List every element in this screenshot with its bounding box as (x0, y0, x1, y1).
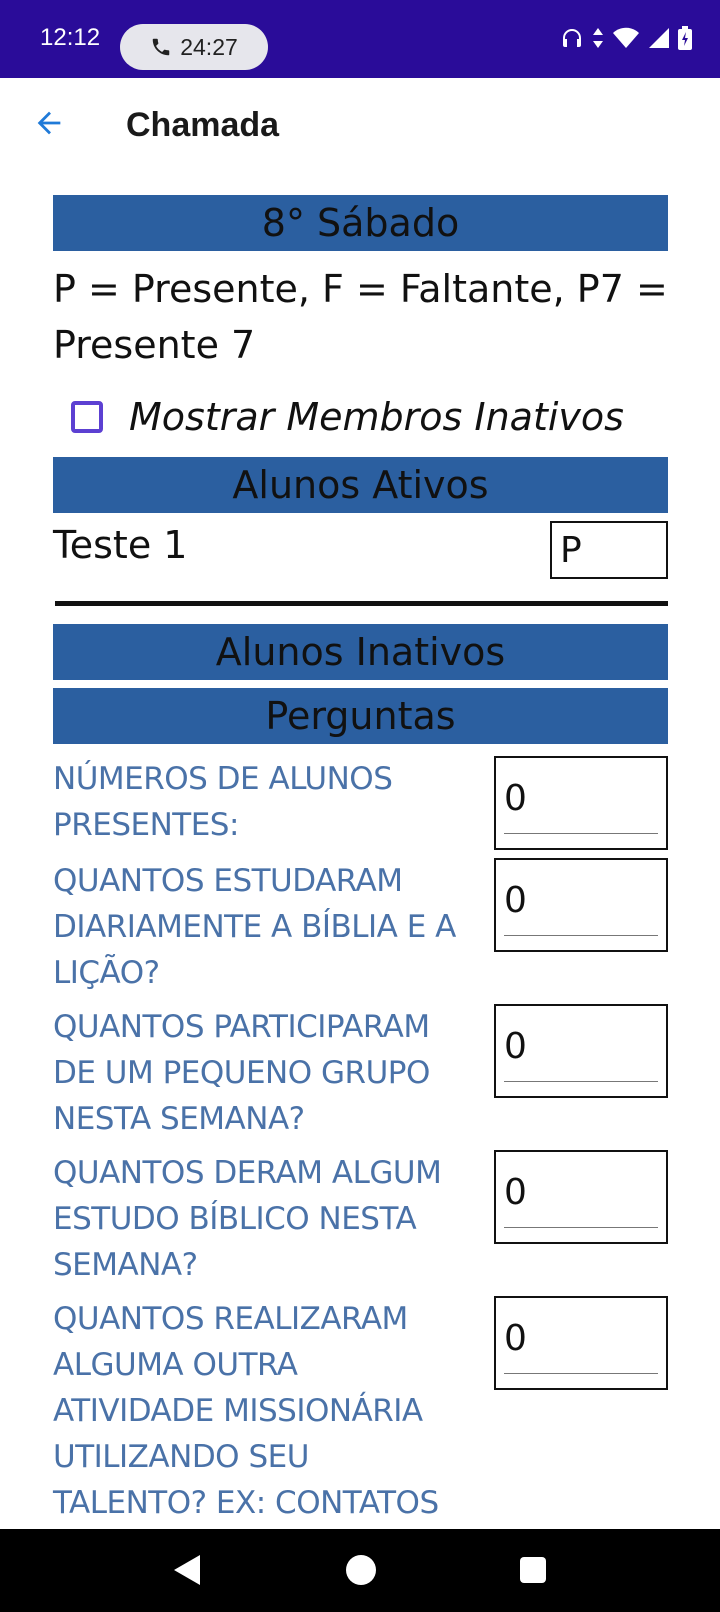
back-arrow-icon[interactable] (32, 106, 66, 140)
nav-recents-icon[interactable] (520, 1557, 546, 1583)
input-underline (504, 1226, 658, 1228)
active-students-header: Alunos Ativos (53, 457, 668, 513)
headphones-icon (563, 29, 581, 47)
answer-value: 0 (504, 1318, 527, 1359)
nav-home-icon[interactable] (346, 1555, 376, 1585)
nav-back-icon[interactable] (174, 1555, 200, 1585)
app-bar: Chamada (0, 78, 720, 182)
question-answer-input[interactable]: 0 (494, 1150, 668, 1244)
student-name: Teste 1 (53, 523, 188, 567)
attendance-legend: P = Presente, F = Faltante, P7 = Present… (53, 267, 668, 367)
phone-icon (152, 38, 170, 56)
inactive-students-header: Alunos Inativos (53, 624, 668, 680)
ongoing-call-chip[interactable]: 24:27 (120, 24, 268, 70)
question-row: QUANTOS DERAM ALGUM ESTUDO BÍBLICO NESTA… (53, 1150, 668, 1296)
show-inactive-toggle[interactable]: Mostrar Membros Inativos (53, 377, 668, 457)
student-row: Teste 1 P (53, 513, 668, 591)
divider (55, 601, 668, 606)
input-underline (504, 1372, 658, 1374)
data-arrows-icon (593, 28, 603, 48)
input-underline (504, 934, 658, 936)
system-navigation-bar (0, 1529, 720, 1612)
question-text: NÚMEROS DE ALUNOS PRESENTES: (53, 761, 393, 843)
question-text: QUANTOS PARTICIPARAM DE UM PEQUENO GRUPO… (53, 1009, 430, 1137)
page-title: Chamada (126, 106, 280, 144)
show-inactive-checkbox[interactable] (71, 401, 103, 433)
question-text: QUANTOS ESTUDARAM DIARIAMENTE A BÍBLIA E… (53, 863, 456, 991)
input-underline (504, 1080, 658, 1082)
questions-header: Perguntas (53, 688, 668, 744)
status-bar: 12:12 24:27 (0, 0, 720, 78)
question-row: QUANTOS REALIZARAM ALGUMA OUTRA ATIVIDAD… (53, 1296, 668, 1536)
question-answer-input[interactable]: 0 (494, 1004, 668, 1098)
question-text: QUANTOS DERAM ALGUM ESTUDO BÍBLICO NESTA… (53, 1155, 442, 1283)
status-icons (560, 26, 692, 50)
sabbath-header: 8° Sábado (53, 195, 668, 251)
answer-value: 0 (504, 1172, 527, 1213)
battery-icon (678, 26, 692, 50)
call-timer: 24:27 (180, 33, 238, 60)
question-answer-input[interactable]: 0 (494, 756, 668, 850)
attendance-status-field[interactable]: P (550, 521, 668, 579)
answer-value: 0 (504, 1026, 527, 1067)
show-inactive-label: Mostrar Membros Inativos (129, 395, 624, 439)
answer-value: 0 (504, 778, 527, 819)
wifi-icon (613, 27, 639, 48)
question-row: NÚMEROS DE ALUNOS PRESENTES: 0 (53, 756, 668, 858)
question-answer-input[interactable]: 0 (494, 1296, 668, 1390)
signal-icon (649, 28, 669, 48)
question-row: QUANTOS PARTICIPARAM DE UM PEQUENO GRUPO… (53, 1004, 668, 1150)
question-row: QUANTOS ESTUDARAM DIARIAMENTE A BÍBLIA E… (53, 858, 668, 1004)
status-time: 12:12 (40, 24, 101, 51)
question-text: QUANTOS REALIZARAM ALGUMA OUTRA ATIVIDAD… (53, 1301, 439, 1521)
input-underline (504, 832, 658, 834)
answer-value: 0 (504, 880, 527, 921)
attendance-content: 8° Sábado P = Presente, F = Faltante, P7… (53, 195, 668, 1536)
question-answer-input[interactable]: 0 (494, 858, 668, 952)
